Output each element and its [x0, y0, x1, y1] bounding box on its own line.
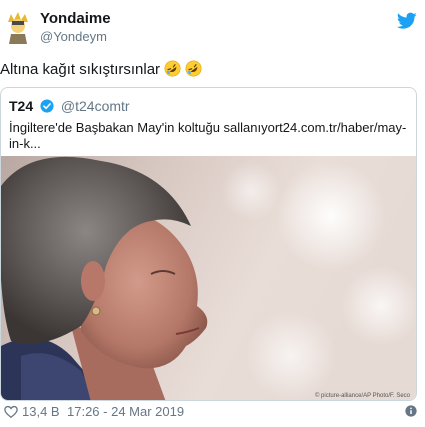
tweet-header: Yondaime @Yondeym [0, 0, 425, 52]
quote-header: T24 @t24comtr [9, 98, 130, 114]
handle[interactable]: @Yondeym [40, 28, 111, 46]
quote-text[interactable]: İngiltere'de Başbakan May'in koltuğu sal… [9, 120, 409, 152]
laughing-emoji-icon [185, 60, 202, 77]
quote-name[interactable]: T24 [9, 98, 33, 114]
tweet-text: Altına kağıt sıkıştırsınlar [0, 60, 202, 80]
avatar[interactable] [4, 8, 32, 44]
photo-credit: © picture-alliance/AP Photo/F. Seco [314, 393, 410, 399]
info-icon[interactable] [405, 405, 417, 417]
tweet-footer: 13,4 B 17:26 - 24 Mar 2019 [0, 404, 425, 422]
laughing-emoji-icon [164, 60, 181, 77]
quote-handle[interactable]: @t24comtr [61, 98, 130, 114]
like-count[interactable]: 13,4 B [22, 404, 60, 420]
author-block[interactable]: Yondaime @Yondeym [40, 10, 111, 46]
news-photo[interactable]: © picture-alliance/AP Photo/F. Seco [1, 156, 416, 400]
verified-badge-icon [40, 99, 54, 113]
heart-icon[interactable] [4, 405, 18, 419]
timestamp[interactable]: 17:26 - 24 Mar 2019 [67, 404, 184, 420]
tweet-body: Altına kağıt sıkıştırsınlar [0, 61, 161, 78]
display-name[interactable]: Yondaime [40, 10, 111, 28]
quoted-tweet-card[interactable]: T24 @t24comtr İngiltere'de Başbakan May'… [0, 87, 417, 401]
twitter-bird-icon[interactable] [397, 12, 417, 30]
